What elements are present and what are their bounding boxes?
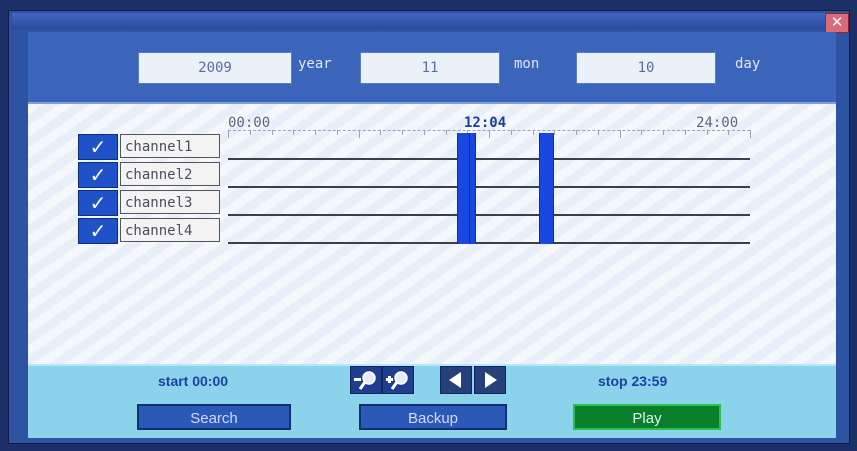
- ruler-tick: [750, 130, 751, 138]
- channel1-label: channel1: [120, 134, 220, 158]
- ruler-tick: [598, 130, 599, 135]
- ruler-tick: [707, 130, 708, 135]
- channel2-checkbox[interactable]: ✓: [78, 162, 118, 188]
- channel2-label: channel2: [120, 162, 220, 186]
- ruler-tick: [663, 130, 664, 135]
- check-icon: ✓: [89, 163, 107, 187]
- backup-button[interactable]: Backup: [359, 404, 507, 430]
- month-label: mon: [514, 56, 540, 72]
- ruler-tick: [424, 130, 425, 135]
- channel1-checkbox[interactable]: ✓: [78, 134, 118, 160]
- channel3-label: channel3: [120, 190, 220, 214]
- check-icon: ✓: [89, 219, 107, 243]
- play-button[interactable]: Play: [573, 404, 721, 430]
- timeline-current-time: 12:04: [464, 115, 507, 131]
- day-label: day: [735, 56, 761, 72]
- ruler-tick: [554, 130, 555, 135]
- ruler-tick: [228, 130, 229, 138]
- ruler-tick: [359, 130, 360, 138]
- ruler-tick: [272, 130, 273, 135]
- recording-segment[interactable]: [469, 133, 476, 244]
- channel2-track: [228, 186, 750, 188]
- recording-segment[interactable]: [539, 133, 555, 244]
- ruler-tick: [337, 130, 338, 135]
- stop-time-label: stop 23:59: [598, 373, 668, 389]
- previous-button[interactable]: [440, 366, 472, 394]
- channel3-track: [228, 214, 750, 216]
- zoom-in-button[interactable]: [382, 366, 414, 394]
- ruler-tick: [446, 130, 447, 135]
- check-icon: ✓: [89, 191, 107, 215]
- ruler-tick: [728, 130, 729, 135]
- timeline-ruler[interactable]: [228, 130, 751, 244]
- arrow-right-icon: [485, 372, 497, 388]
- timeline-end-label: 24:00: [696, 115, 739, 131]
- ruler-tick: [380, 130, 381, 135]
- channel3-checkbox[interactable]: ✓: [78, 190, 118, 216]
- check-icon: ✓: [89, 135, 107, 159]
- zoom-out-icon: [354, 371, 376, 390]
- ruler-tick: [293, 130, 294, 135]
- ruler-tick: [315, 130, 316, 135]
- ruler-tick: [620, 130, 621, 138]
- recording-segment[interactable]: [457, 133, 471, 244]
- channel4-label: channel4: [120, 218, 220, 242]
- next-button[interactable]: [474, 366, 506, 394]
- close-icon: ✕: [830, 13, 844, 31]
- zoom-in-icon: [386, 371, 408, 390]
- ruler-tick: [641, 130, 642, 135]
- ruler-tick: [685, 130, 686, 135]
- search-button[interactable]: Search: [137, 404, 291, 430]
- ruler-tick: [511, 130, 512, 135]
- ruler-tick: [533, 130, 534, 135]
- arrow-left-icon: [449, 372, 461, 388]
- year-field[interactable]: 2009: [138, 52, 292, 84]
- ruler-tick: [489, 130, 490, 138]
- ruler-tick: [576, 130, 577, 135]
- day-field[interactable]: 10: [576, 52, 716, 84]
- channel4-track: [228, 242, 750, 244]
- ruler-tick: [402, 130, 403, 135]
- close-button[interactable]: ✕: [825, 13, 849, 33]
- month-field[interactable]: 11: [360, 52, 500, 84]
- channel4-checkbox[interactable]: ✓: [78, 218, 118, 244]
- channel1-track: [228, 158, 750, 160]
- start-time-label: start 00:00: [158, 373, 229, 389]
- timeline-start-label: 00:00: [228, 115, 271, 131]
- window-title-bar: [12, 13, 828, 29]
- ruler-tick: [250, 130, 251, 135]
- year-label: year: [298, 56, 332, 72]
- zoom-out-button[interactable]: [350, 366, 382, 394]
